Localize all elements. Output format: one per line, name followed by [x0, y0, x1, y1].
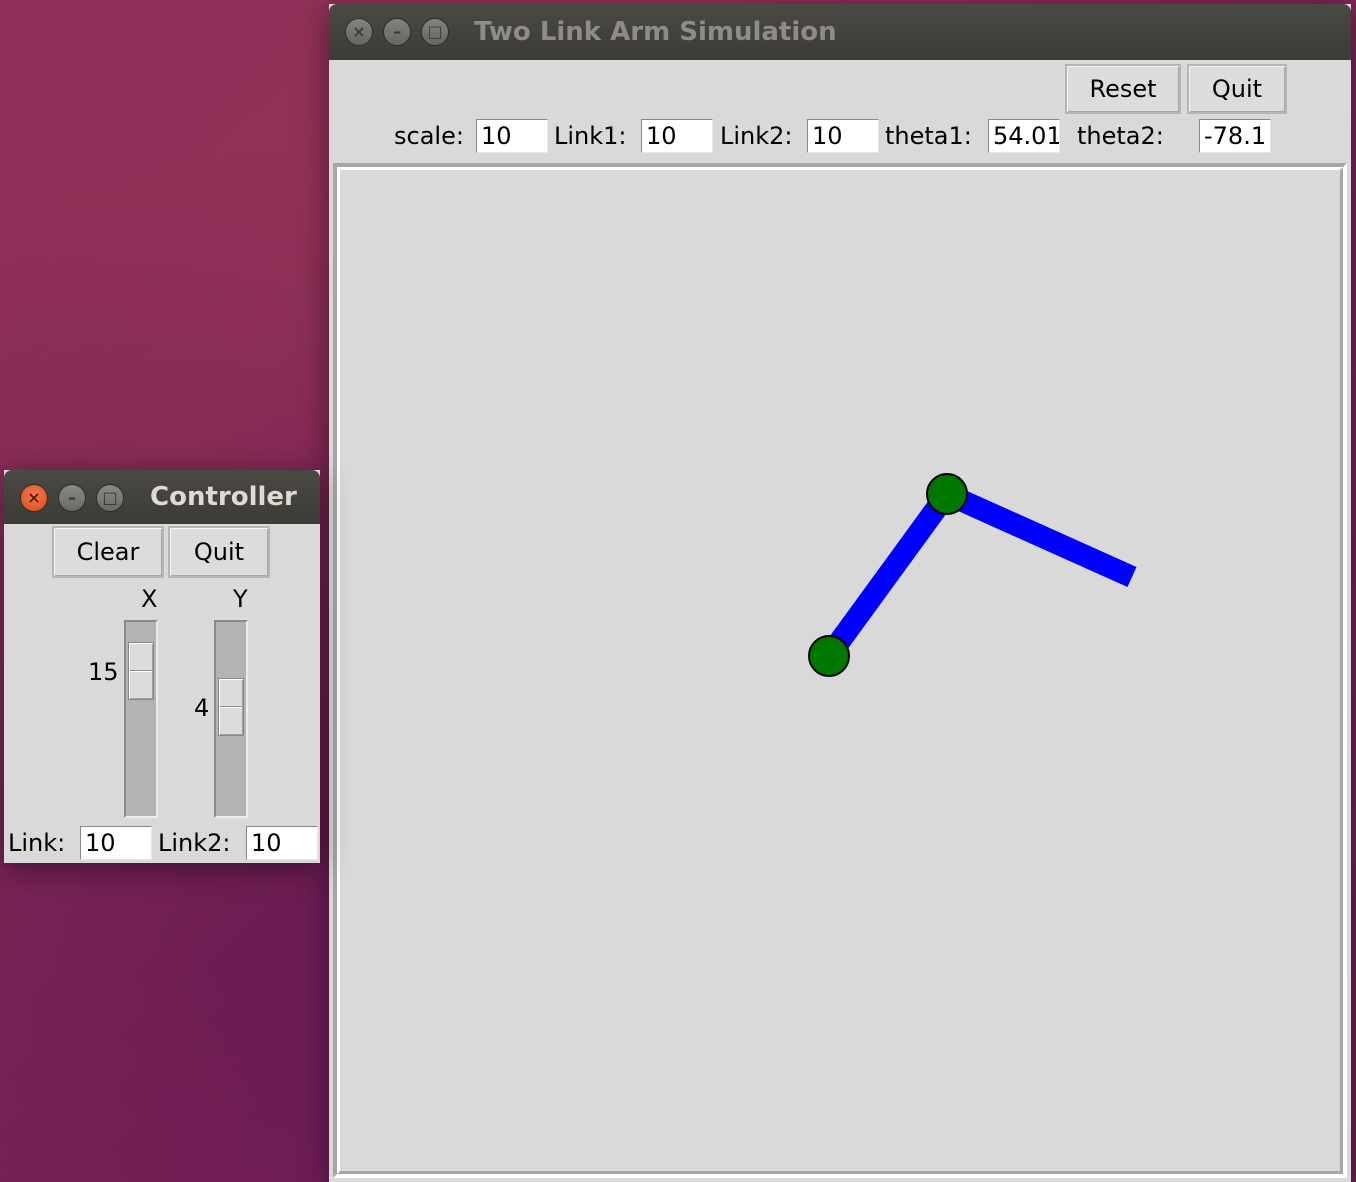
x-slider[interactable] — [124, 620, 158, 818]
controller-titlebar[interactable]: × – □ Controller — [4, 470, 320, 524]
theta1-label: theta1: — [885, 122, 972, 150]
theta2-label: theta2: — [1077, 122, 1164, 150]
y-slider[interactable] — [214, 620, 248, 818]
link1-segment — [820, 487, 956, 663]
link2-label: Link2: — [158, 829, 231, 857]
main-window: × – □ Two Link Arm Simulation Reset Quit… — [329, 4, 1351, 1182]
theta2-input[interactable] — [1199, 119, 1271, 153]
maximize-icon[interactable]: □ — [96, 484, 124, 512]
scale-label: scale: — [394, 122, 464, 150]
arm-drawing — [808, 473, 1137, 677]
link2-input[interactable] — [246, 826, 318, 860]
main-window-titlebar[interactable]: × – □ Two Link Arm Simulation — [329, 4, 1351, 60]
x-slider-value: 15 — [88, 658, 119, 686]
elbow-joint — [926, 473, 968, 515]
maximize-icon[interactable]: □ — [421, 18, 449, 46]
simulation-canvas[interactable] — [333, 163, 1347, 1178]
link1-input[interactable] — [641, 119, 713, 153]
controller-window: × – □ Controller Clear Quit X Y 15 4 Lin… — [4, 470, 320, 863]
close-icon[interactable]: × — [20, 484, 48, 512]
y-slider-handle[interactable] — [218, 678, 244, 736]
y-slider-label: Y — [233, 585, 248, 613]
link-label: Link: — [8, 829, 66, 857]
quit-button[interactable]: Quit — [168, 526, 270, 578]
clear-button[interactable]: Clear — [52, 526, 164, 578]
y-slider-value: 4 — [194, 694, 210, 722]
scale-input[interactable] — [476, 119, 548, 153]
reset-button[interactable]: Reset — [1065, 64, 1181, 114]
x-slider-handle[interactable] — [128, 642, 154, 700]
window-title: Controller — [150, 482, 297, 512]
link2-input[interactable] — [807, 119, 879, 153]
minimize-icon[interactable]: – — [383, 18, 411, 46]
close-icon[interactable]: × — [345, 18, 373, 46]
base-joint — [808, 635, 850, 677]
quit-button[interactable]: Quit — [1187, 64, 1287, 114]
theta1-input[interactable] — [988, 119, 1060, 153]
link-input[interactable] — [80, 826, 152, 860]
link2-label: Link2: — [720, 122, 793, 150]
minimize-icon[interactable]: – — [58, 484, 86, 512]
link2-segment — [942, 483, 1137, 588]
x-slider-label: X — [141, 585, 158, 613]
window-title: Two Link Arm Simulation — [474, 17, 837, 47]
link1-label: Link1: — [554, 122, 627, 150]
